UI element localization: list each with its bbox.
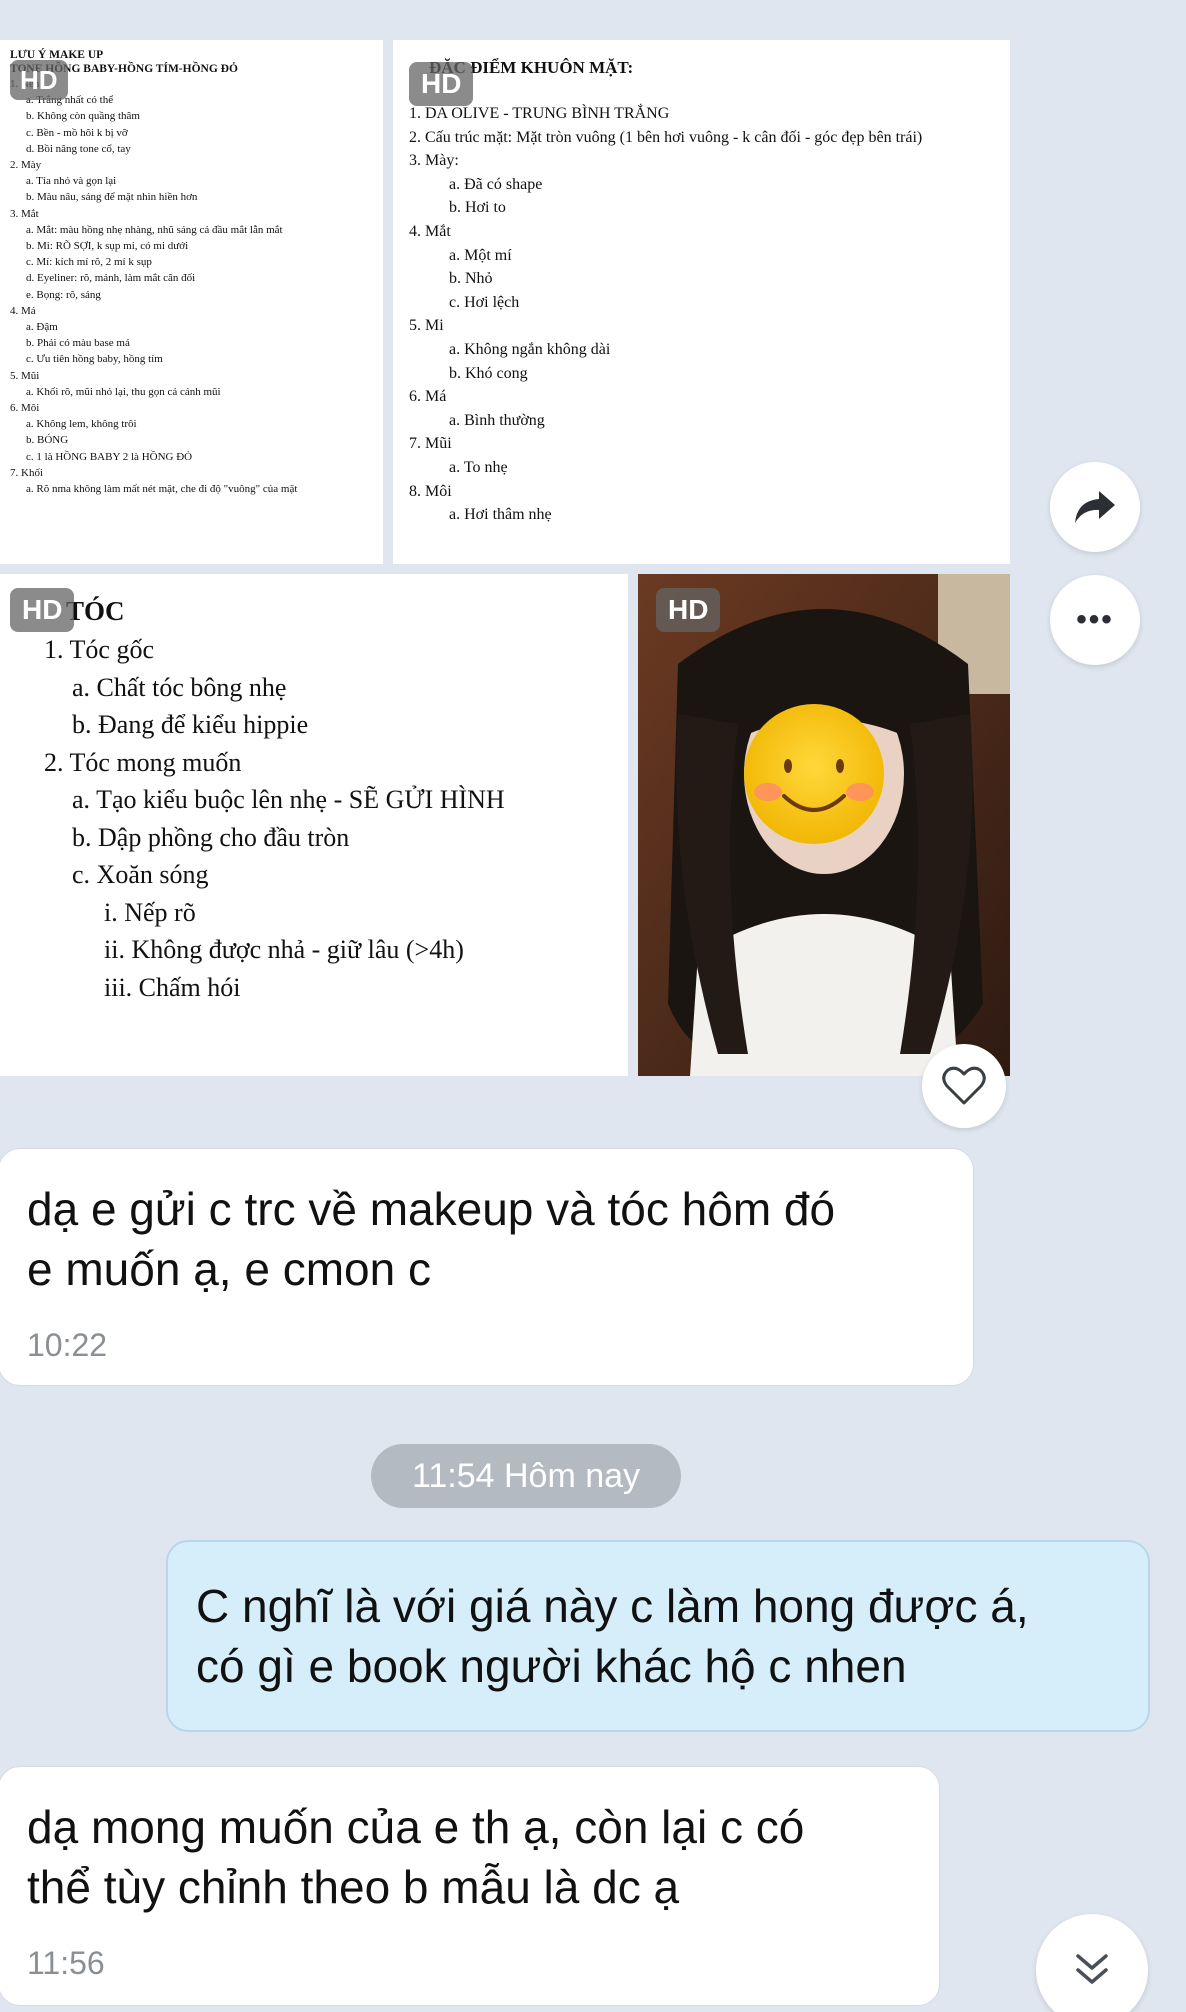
list-item: 8. Môi — [409, 482, 452, 500]
list-item: c. Bền - mồ hôi k bị vỡ — [26, 126, 128, 139]
face-title: ĐẶC ĐIỂM KHUÔN MẶT: — [429, 58, 634, 77]
message-text-line: có gì e book người khác hộ c nhen — [196, 1640, 907, 1692]
heart-icon — [942, 1066, 986, 1105]
list-item: iii. Chấm hói — [104, 972, 241, 1002]
list-item: a. Không ngắn không dài — [449, 340, 611, 358]
list-item: b. Mi: RÕ SỢI, k sụp mi, có mi dưới — [26, 240, 189, 253]
list-item: d. Eyeliner: rõ, mảnh, làm mắt cân đối — [26, 272, 196, 285]
message-text-line: C nghĩ là với giá này c làm hong được á, — [196, 1580, 1029, 1632]
list-item: a. Tạo kiểu buộc lên nhẹ - SẼ GỬI HÌNH — [72, 785, 505, 814]
double-chevron-down-icon — [1076, 1954, 1108, 1984]
list-item: a. Đậm — [26, 321, 58, 334]
smiley-emoji-icon — [744, 704, 884, 844]
list-item: 2. Cấu trúc mặt: Mặt tròn vuông (1 bên h… — [409, 128, 923, 146]
list-item: a. Bình thường — [449, 411, 545, 429]
hair-title: TÓC — [66, 596, 125, 626]
list-item: e. Bọng: rõ, sáng — [26, 288, 101, 301]
hd-badge: HD — [409, 62, 474, 106]
list-item: b. Màu nâu, sáng để mặt nhìn hiền hơn — [26, 191, 198, 204]
message-text-line: dạ e gửi c trc về makeup và tóc hôm đó — [27, 1183, 836, 1235]
list-item: c. Xoăn sóng — [72, 860, 209, 889]
list-item: 1. DA OLIVE - TRUNG BÌNH TRẮNG — [409, 105, 670, 122]
list-item: 3. Mắt — [10, 207, 39, 220]
list-item: 5. Mũi — [10, 369, 40, 382]
list-item: b. Khó cong — [449, 364, 528, 382]
list-item: d. Bồi nâng tone cổ, tay — [26, 142, 131, 155]
list-item: 3. Mày: — [409, 152, 459, 170]
list-item: 4. Mắt — [409, 222, 451, 240]
message-text-line: e muốn ạ, e cmon c — [27, 1243, 431, 1295]
list-item: c. Mí: kích mí rõ, 2 mí k sụp — [26, 256, 152, 269]
list-item: b. Phải có màu base má — [26, 337, 130, 350]
makeup-title: LƯU Ý MAKE UP — [10, 49, 104, 61]
hd-badge: HD — [10, 60, 68, 100]
list-item: 2. Tóc mong muốn — [44, 747, 242, 777]
incoming-message[interactable]: dạ e gửi c trc về makeup và tóc hôm đó e… — [0, 1148, 974, 1386]
list-item: 4. Má — [10, 304, 36, 317]
list-item: a. Mắt: màu hồng nhẹ nhàng, nhũ sáng cả … — [26, 223, 283, 236]
hd-badge: HD — [10, 588, 75, 632]
face-list: 1. DA OLIVE - TRUNG BÌNH TRẮNG 2. Cấu trú… — [409, 102, 994, 527]
list-item: a. Đã có shape — [449, 175, 543, 193]
list-item: a. Tỉa nhỏ và gọn lại — [26, 175, 117, 188]
message-time: 10:22 — [27, 1327, 108, 1363]
list-item: 7. Khối — [10, 466, 43, 479]
hair-list: 1. Tóc gốc a. Chất tóc bông nhẹ b. Đang để… — [14, 631, 614, 1006]
list-item: b. Dập phồng cho đầu tròn — [72, 822, 350, 852]
list-item: 5. Mi — [409, 317, 444, 335]
forward-button[interactable] — [1050, 462, 1140, 552]
list-item: b. BÓNG — [26, 434, 69, 447]
list-item: b. Hơi to — [449, 199, 506, 217]
list-item: b. Nhỏ — [449, 270, 493, 288]
outgoing-message[interactable]: C nghĩ là với giá này c làm hong được á,… — [166, 1540, 1150, 1732]
list-item: b. Không còn quầng thâm — [26, 110, 140, 123]
face-features-image[interactable]: ĐẶC ĐIỂM KHUÔN MẶT: 1. DA OLIVE - TRUNG … — [393, 40, 1010, 564]
message-text-line: dạ mong muốn của e th ạ, còn lại c có — [27, 1801, 805, 1853]
list-item: c. 1 là HỒNG BABY 2 là HỒNG ĐỎ — [26, 450, 193, 463]
list-item: b. Đang để kiểu hippie — [72, 710, 309, 739]
makeup-notes-image[interactable]: LƯU Ý MAKE UP TONE HỒNG BABY-HỒNG TÍM-HỒ… — [0, 40, 383, 564]
date-separator: 11:54 Hôm nay — [371, 1444, 681, 1508]
hair-notes-image[interactable]: TÓC 1. Tóc gốc a. Chất tóc bông nhẹ b. Đan… — [0, 574, 628, 1076]
list-item: a. Rõ nma không làm mất nét mặt, che đi … — [26, 483, 298, 496]
message-text-line: thể tùy chỉnh theo b mẫu là dc ạ — [27, 1861, 680, 1913]
list-item: 6. Môi — [10, 402, 40, 415]
list-item: 7. Mũi — [409, 435, 452, 453]
list-item: a. Hơi thâm nhẹ — [449, 506, 552, 524]
more-dots-icon: ••• — [1076, 603, 1114, 636]
portrait-illustration — [638, 574, 1010, 1076]
list-item: a. To nhẹ — [449, 458, 508, 476]
share-arrow-icon — [1075, 491, 1115, 523]
makeup-list: 1. Nềna. Trắng nhất có thểb. Không còn q… — [10, 76, 373, 497]
portrait-photo[interactable]: HD — [638, 574, 1010, 1076]
list-item: c. Ưu tiên hồng baby, hồng tím — [26, 353, 163, 366]
list-item: a. Không lem, không trôi — [26, 418, 137, 431]
list-item: a. Một mí — [449, 246, 512, 264]
list-item: c. Hơi lệch — [449, 293, 520, 311]
list-item: a. Khối rõ, mũi nhỏ lại, thu gọn cả cánh… — [26, 385, 221, 398]
scroll-to-bottom-button[interactable] — [1036, 1914, 1148, 2012]
list-item: ii. Không được nhả - giữ lâu (>4h) — [104, 935, 464, 964]
incoming-message[interactable]: dạ mong muốn của e th ạ, còn lại c có th… — [0, 1766, 940, 2006]
like-button[interactable] — [922, 1044, 1006, 1128]
hd-badge: HD — [656, 588, 721, 632]
list-item: a. Chất tóc bông nhẹ — [72, 672, 287, 702]
list-item: i. Nếp rõ — [104, 897, 196, 927]
message-time: 11:56 — [27, 1945, 105, 1981]
list-item: 6. Má — [409, 388, 447, 406]
more-options-button[interactable]: ••• — [1050, 575, 1140, 665]
list-item: 2. Mày — [10, 159, 42, 172]
list-item: 1. Tóc gốc — [44, 635, 154, 664]
